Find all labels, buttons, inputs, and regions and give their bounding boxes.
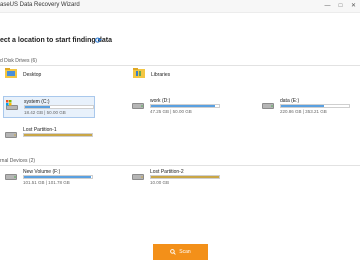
section-divider — [0, 165, 360, 166]
libraries-folder-icon — [133, 68, 145, 78]
capacity-bar — [23, 133, 93, 137]
hard-drive-icon — [262, 103, 274, 109]
drive-size: 47.25 GB | 50.00 GB — [150, 109, 192, 114]
section-divider — [0, 65, 360, 66]
window-controls: — □ ✕ — [323, 1, 358, 10]
capacity-fill — [151, 105, 215, 107]
capacity-fill — [24, 134, 92, 136]
capacity-bar — [150, 104, 220, 108]
close-button[interactable]: ✕ — [349, 1, 358, 10]
location-desktop[interactable]: Desktop — [5, 67, 85, 81]
scan-label: Scan — [179, 249, 191, 255]
scan-button[interactable]: Scan — [153, 244, 208, 260]
capacity-fill — [151, 176, 219, 178]
capacity-bar — [23, 175, 93, 179]
hard-disk-drives-section-title: d Disk Drives (6) — [0, 58, 37, 64]
drive-lost-partition-2[interactable]: Lost Partition-2 10.00 GB — [130, 167, 222, 189]
capacity-bar — [150, 175, 220, 179]
search-icon — [170, 249, 177, 255]
title-bar: aseUS Data Recovery Wizard — □ ✕ — [0, 0, 360, 13]
drive-data-e[interactable]: data (E:) 220.86 GB | 353.21 GB — [260, 96, 352, 118]
drive-size: 220.86 GB | 353.21 GB — [280, 109, 327, 114]
location-libraries[interactable]: Libraries — [133, 67, 213, 81]
window-title: aseUS Data Recovery Wizard — [0, 2, 80, 8]
drive-size: 101.51 GB | 101.78 GB — [23, 180, 70, 185]
maximize-button[interactable]: □ — [336, 1, 345, 10]
drive-size: 10.00 GB — [150, 180, 170, 185]
refresh-icon[interactable]: ⟳ — [95, 36, 104, 45]
hard-drive-icon — [132, 103, 144, 109]
capacity-fill — [281, 105, 324, 107]
removable-drive-icon — [5, 174, 17, 180]
minimize-button[interactable]: — — [323, 1, 332, 10]
capacity-bar — [24, 105, 94, 109]
lost-partition-icon — [132, 174, 144, 180]
external-devices-section-title: rnal Devices (2) — [0, 158, 36, 164]
lost-partition-icon — [5, 132, 17, 138]
drive-lost-partition-1[interactable]: Lost Partition-1 — [3, 125, 95, 147]
drive-work-d[interactable]: work (D:) 47.25 GB | 50.00 GB — [130, 96, 222, 118]
drive-size: 18.42 GB | 50.00 GB — [24, 110, 66, 115]
capacity-fill — [24, 176, 92, 178]
app-window: aseUS Data Recovery Wizard — □ ✕ ect a l… — [0, 0, 360, 277]
capacity-bar — [280, 104, 350, 108]
location-label: Desktop — [23, 72, 42, 78]
capacity-fill — [25, 106, 51, 108]
drive-system-c[interactable]: system (C:) 18.42 GB | 50.00 GB — [3, 96, 95, 118]
location-label: Libraries — [151, 72, 171, 78]
system-drive-icon — [6, 100, 18, 110]
drive-new-volume-f[interactable]: New Volume (F:) 101.51 GB | 101.78 GB — [3, 167, 95, 189]
desktop-folder-icon — [5, 68, 17, 78]
